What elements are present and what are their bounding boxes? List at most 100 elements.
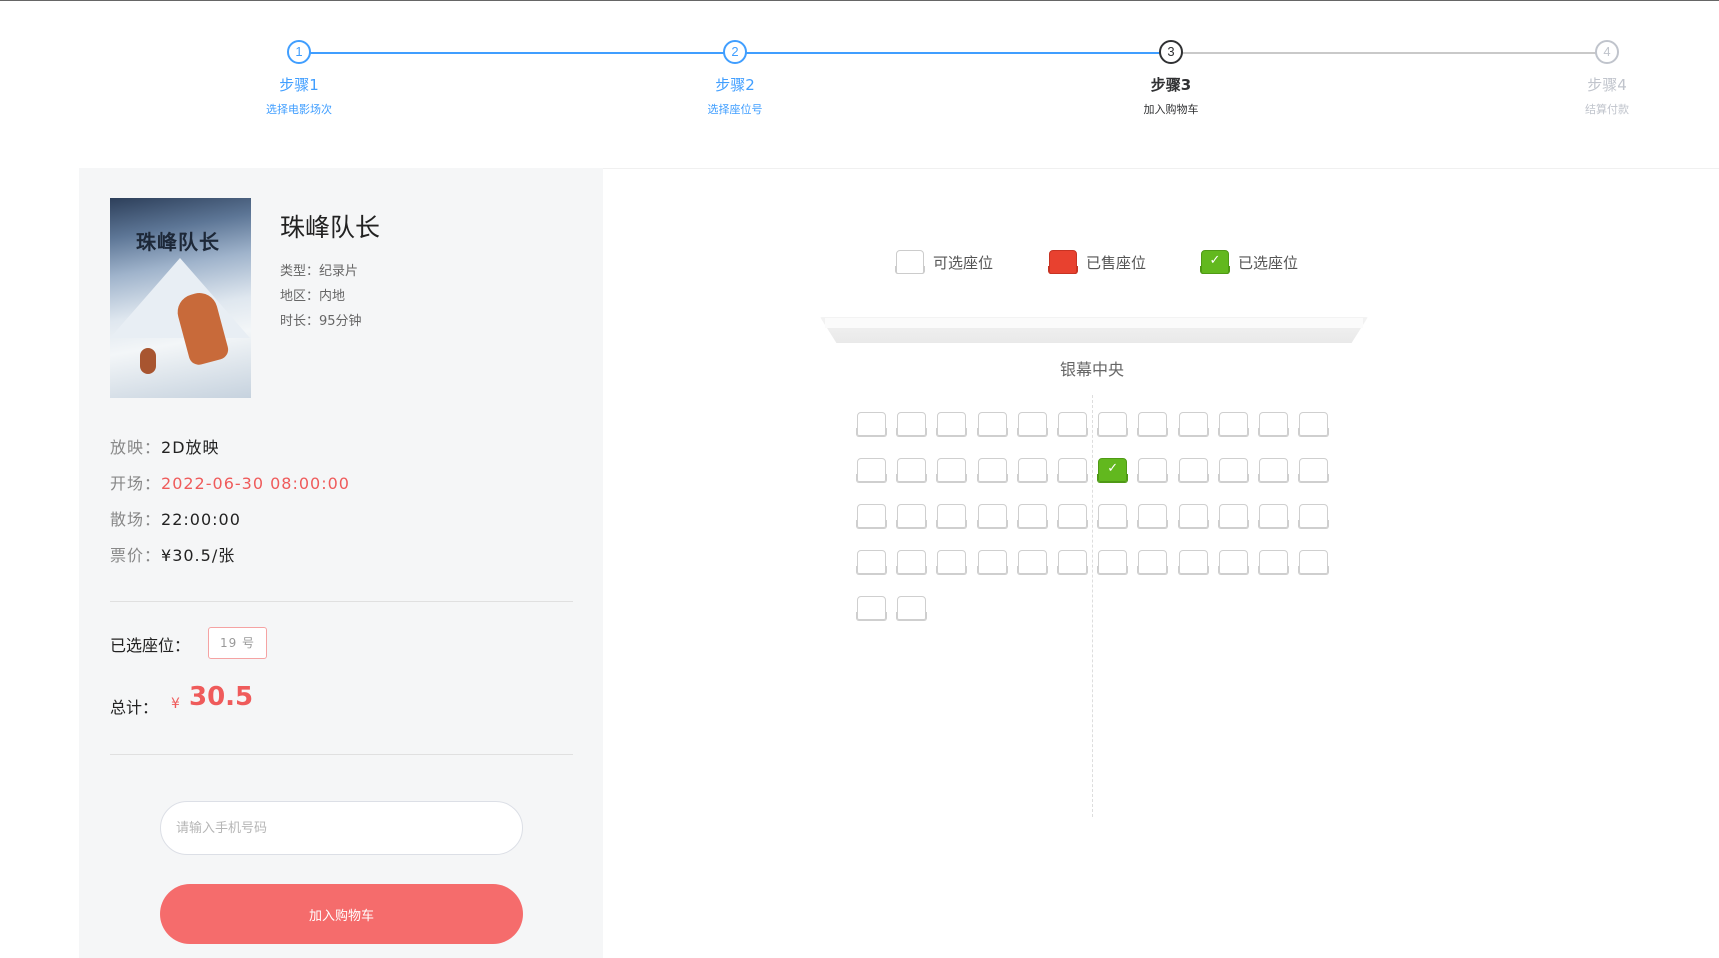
seat-available[interactable] bbox=[896, 412, 928, 437]
divider bbox=[110, 601, 573, 602]
step-number: 3 bbox=[1159, 40, 1183, 64]
screening-end: 散场：22:00:00 bbox=[110, 506, 241, 530]
check-icon: ✓ bbox=[1209, 253, 1221, 268]
seat-available[interactable] bbox=[976, 412, 1008, 437]
legend-sold-label: 已售座位 bbox=[1086, 253, 1147, 272]
seat-available[interactable] bbox=[1217, 550, 1249, 575]
legend-selected: ✓ 已选座位 bbox=[1200, 250, 1299, 274]
step-2: 2 步骤2 选择座位号 bbox=[655, 40, 815, 117]
seat-available[interactable] bbox=[1217, 412, 1249, 437]
seat-available[interactable] bbox=[896, 596, 928, 621]
cinema-screen-highlight bbox=[825, 318, 1363, 328]
seat-selection-panel: 可选座位 已售座位 ✓ 已选座位 银幕中央 ✓ bbox=[603, 168, 1719, 958]
seat-available[interactable] bbox=[936, 504, 968, 529]
movie-poster: 珠峰队长 bbox=[110, 198, 251, 398]
seat-selected[interactable]: ✓ bbox=[1097, 458, 1129, 483]
available-seat-icon bbox=[895, 250, 925, 274]
seat-available[interactable] bbox=[1177, 412, 1209, 437]
end-value: 22:00:00 bbox=[161, 510, 241, 529]
seat-available[interactable] bbox=[936, 412, 968, 437]
seat-available[interactable] bbox=[1298, 458, 1330, 483]
movie-duration-value: 95分钟 bbox=[319, 314, 362, 329]
movie-region: 地区：内地 bbox=[280, 285, 345, 304]
total-label: 总计： bbox=[110, 698, 159, 717]
seat-available[interactable] bbox=[1177, 550, 1209, 575]
movie-duration-label: 时长： bbox=[280, 314, 320, 329]
seat-available[interactable] bbox=[976, 458, 1008, 483]
seat-available[interactable] bbox=[1016, 504, 1048, 529]
selected-seats-label: 已选座位： bbox=[110, 636, 191, 655]
center-divider-line bbox=[1092, 395, 1093, 817]
step-number: 2 bbox=[723, 40, 747, 64]
price-value: ¥30.5/张 bbox=[161, 546, 236, 565]
progress-steps: 1 步骤1 选择电影场次 2 步骤2 选择座位号 3 步骤3 加入购物车 4 步… bbox=[0, 36, 1719, 126]
seat-available[interactable] bbox=[1016, 458, 1048, 483]
seat-available[interactable] bbox=[1137, 412, 1169, 437]
seat-available[interactable] bbox=[1097, 412, 1129, 437]
seat-available[interactable] bbox=[936, 458, 968, 483]
step-1: 1 步骤1 选择电影场次 bbox=[219, 40, 379, 117]
step-description: 结算付款 bbox=[1585, 103, 1629, 116]
seat-available[interactable] bbox=[1177, 458, 1209, 483]
phone-input[interactable] bbox=[160, 801, 523, 855]
total-amount: 30.5 bbox=[189, 682, 254, 712]
add-to-cart-button[interactable]: 加入购物车 bbox=[160, 884, 523, 944]
seat-available[interactable] bbox=[936, 550, 968, 575]
total-currency: ¥ bbox=[171, 696, 180, 712]
seat-available[interactable] bbox=[1057, 504, 1088, 529]
seat-available[interactable] bbox=[976, 550, 1008, 575]
seat-available[interactable] bbox=[856, 504, 887, 529]
seat-available[interactable] bbox=[1258, 550, 1289, 575]
seat-available[interactable] bbox=[896, 550, 928, 575]
screen-center-label: 银幕中央 bbox=[1060, 360, 1125, 379]
step-number: 4 bbox=[1595, 40, 1619, 64]
order-summary-panel: 珠峰队长 珠峰队长 类型：纪录片 地区：内地 时长：95分钟 放映：2D放映 开… bbox=[79, 168, 603, 958]
step-number: 1 bbox=[287, 40, 311, 64]
movie-type: 类型：纪录片 bbox=[280, 260, 358, 279]
seat-available[interactable] bbox=[1057, 458, 1088, 483]
seat-available[interactable] bbox=[1137, 458, 1169, 483]
seat-available[interactable] bbox=[1258, 458, 1289, 483]
seat-available[interactable] bbox=[1097, 504, 1129, 529]
seat-available[interactable] bbox=[1258, 504, 1289, 529]
seat-available[interactable] bbox=[856, 412, 887, 437]
seat-available[interactable] bbox=[856, 550, 887, 575]
seat-available[interactable] bbox=[1217, 458, 1249, 483]
format-label: 放映： bbox=[110, 438, 162, 457]
seat-available[interactable] bbox=[1298, 504, 1330, 529]
step-title: 步骤2 bbox=[715, 76, 755, 94]
poster-title: 珠峰队长 bbox=[136, 230, 220, 254]
step-title: 步骤3 bbox=[1150, 76, 1192, 94]
seat-available[interactable] bbox=[1097, 550, 1129, 575]
legend-available-label: 可选座位 bbox=[933, 253, 994, 272]
movie-region-value: 内地 bbox=[319, 289, 346, 304]
seat-available[interactable] bbox=[896, 504, 928, 529]
legend-sold: 已售座位 bbox=[1048, 250, 1147, 274]
seat-available[interactable] bbox=[1298, 412, 1330, 437]
seat-available[interactable] bbox=[1057, 550, 1088, 575]
check-icon: ✓ bbox=[1107, 461, 1119, 476]
step-description: 选择电影场次 bbox=[266, 103, 332, 116]
seat-available[interactable] bbox=[856, 596, 887, 621]
start-value: 2022-06-30 08:00:00 bbox=[161, 474, 350, 493]
seat-available[interactable] bbox=[1137, 504, 1169, 529]
seat-available[interactable] bbox=[1016, 550, 1048, 575]
seat-available[interactable] bbox=[856, 458, 887, 483]
seat-available[interactable] bbox=[1217, 504, 1249, 529]
seat-available[interactable] bbox=[1298, 550, 1330, 575]
movie-duration: 时长：95分钟 bbox=[280, 310, 362, 329]
seat-available[interactable] bbox=[896, 458, 928, 483]
selected-seat-icon: ✓ bbox=[1200, 250, 1230, 274]
seat-available[interactable] bbox=[1177, 504, 1209, 529]
seat-available[interactable] bbox=[1258, 412, 1289, 437]
seat-available[interactable] bbox=[1016, 412, 1048, 437]
legend-selected-label: 已选座位 bbox=[1238, 253, 1299, 272]
price-label: 票价： bbox=[110, 546, 162, 565]
sold-seat-icon bbox=[1048, 250, 1078, 274]
seat-available[interactable] bbox=[976, 504, 1008, 529]
format-value: 2D放映 bbox=[161, 438, 220, 457]
seat-available[interactable] bbox=[1137, 550, 1169, 575]
seat-available[interactable] bbox=[1057, 412, 1088, 437]
movie-region-label: 地区： bbox=[280, 289, 320, 304]
ticket-price: 票价：¥30.5/张 bbox=[110, 542, 235, 566]
